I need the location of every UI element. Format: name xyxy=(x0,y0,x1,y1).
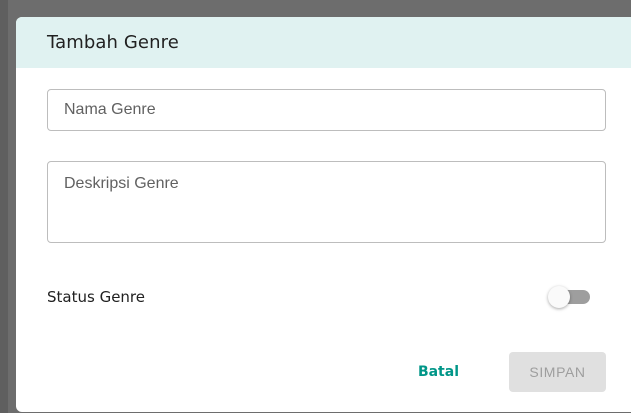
toggle-thumb[interactable] xyxy=(548,286,570,308)
genre-name-input[interactable] xyxy=(48,90,605,130)
status-toggle[interactable] xyxy=(548,286,594,308)
add-genre-dialog: Tambah Genre Status Genre Batal SIMPAN xyxy=(16,17,631,412)
dialog-title: Tambah Genre xyxy=(47,32,179,53)
status-label: Status Genre xyxy=(47,288,145,306)
modal-backdrop[interactable]: Tambah Genre Status Genre Batal SIMPAN xyxy=(0,0,631,413)
dialog-header: Tambah Genre xyxy=(16,17,631,68)
genre-description-field[interactable] xyxy=(47,161,606,243)
status-row: Status Genre xyxy=(47,285,606,309)
dialog-actions: Batal SIMPAN xyxy=(402,352,606,392)
backdrop-edge xyxy=(0,0,8,413)
cancel-button[interactable]: Batal xyxy=(402,354,475,390)
genre-name-field[interactable] xyxy=(47,89,606,131)
save-button[interactable]: SIMPAN xyxy=(509,352,606,392)
genre-description-input[interactable] xyxy=(48,162,605,242)
